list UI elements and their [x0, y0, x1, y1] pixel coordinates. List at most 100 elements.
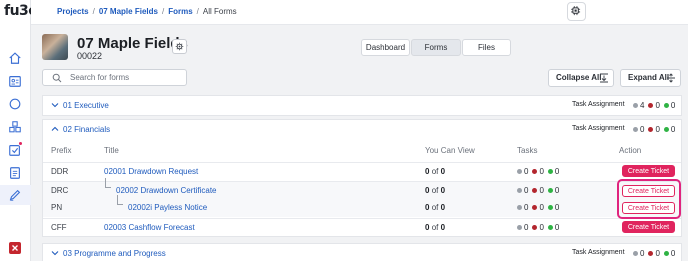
view-total: 0 — [440, 167, 446, 176]
done-count: 0 — [554, 203, 560, 212]
row-form-title[interactable]: 02003 Cashflow Forecast — [104, 223, 195, 232]
expand-all-button[interactable]: Expand All — [620, 69, 681, 87]
done-count: 0 — [670, 125, 676, 134]
form-group-executive: 01 Executive Task Assignment 4 0 0 — [42, 95, 682, 116]
overdue-dot — [532, 225, 538, 230]
create-ticket-button[interactable]: Create Ticket — [622, 221, 675, 233]
row-view-count: 0 of 0 — [425, 186, 445, 195]
overdue-dot — [648, 251, 654, 256]
done-dot — [547, 188, 553, 193]
home-icon[interactable] — [8, 51, 22, 65]
breadcrumb-separator: / — [92, 7, 95, 16]
app-close-icon[interactable] — [9, 242, 21, 254]
view-of: of — [431, 186, 439, 195]
breadcrumb-project[interactable]: 07 Maple Fields — [99, 7, 158, 16]
pending-dot — [633, 127, 638, 132]
collapse-all-label: Collapse All — [556, 73, 602, 82]
create-ticket-button[interactable]: Create Ticket — [622, 165, 675, 177]
tab-dashboard[interactable]: Dashboard — [361, 39, 410, 56]
chevron-up-icon[interactable] — [51, 125, 59, 133]
row-task-counts: 0 0 0 — [513, 203, 559, 212]
table-row: CFF 02003 Cashflow Forecast 0 of 0 0 0 0 C… — [43, 218, 681, 236]
cubes-icon[interactable] — [8, 120, 22, 134]
row-prefix: PN — [51, 203, 63, 212]
group-title[interactable]: 02 Financials — [63, 125, 110, 134]
chevron-down-icon[interactable] — [51, 249, 59, 257]
group-header[interactable]: 03 Programme and Progress Task Assignmen… — [43, 244, 681, 261]
group-header[interactable]: 02 Financials Task Assignment 0 0 0 — [43, 120, 681, 139]
address-card-icon[interactable] — [8, 74, 22, 88]
table-row: DDR 02001 Drawdown Request 0 of 0 0 0 0 Cr… — [43, 162, 681, 180]
overdue-dot — [648, 127, 654, 132]
row-view-count: 0 of 0 — [425, 203, 445, 212]
chip-settings-button[interactable] — [567, 2, 586, 21]
search-icon — [52, 73, 62, 83]
search-input[interactable] — [70, 71, 182, 84]
expand-icon — [667, 73, 675, 83]
view-total: 0 — [440, 203, 446, 212]
row-form-title[interactable]: 02002 Drawdown Certificate — [116, 186, 217, 195]
done-count: 0 — [670, 101, 676, 110]
tab-files[interactable]: Files — [462, 39, 511, 56]
done-count: 0 — [554, 223, 560, 232]
row-view-count: 0 of 0 — [425, 167, 445, 176]
column-header-action: Action — [619, 146, 642, 155]
gear-icon — [175, 42, 184, 51]
view-total: 0 — [440, 223, 446, 232]
view-of: of — [431, 167, 439, 176]
form-group-programme: 03 Programme and Progress Task Assignmen… — [42, 243, 682, 261]
project-settings-button[interactable] — [172, 39, 187, 54]
done-dot — [547, 225, 553, 230]
view-count: 0 — [425, 223, 430, 232]
form-group-financials: 02 Financials Task Assignment 0 0 0 Prefix… — [42, 119, 682, 237]
collapse-icon — [600, 73, 608, 83]
pending-dot — [633, 251, 638, 256]
row-form-title[interactable]: 02001 Drawdown Request — [104, 167, 198, 176]
overdue-dot — [532, 169, 538, 174]
expand-all-label: Expand All — [628, 73, 670, 82]
highlight-annotation — [617, 179, 681, 219]
collapse-all-button[interactable]: Collapse All — [548, 69, 614, 87]
row-prefix: DRC — [51, 186, 69, 195]
circle-icon[interactable] — [8, 97, 22, 111]
pending-count: 0 — [524, 203, 529, 212]
group-title[interactable]: 01 Executive — [63, 101, 109, 110]
pending-count: 4 — [640, 101, 645, 110]
breadcrumb-projects[interactable]: Projects — [57, 7, 89, 16]
pending-dot — [517, 205, 522, 210]
row-form-title[interactable]: 02002i Payless Notice — [128, 203, 207, 212]
done-count: 0 — [554, 186, 560, 195]
pending-count: 0 — [640, 125, 645, 134]
table-row: DRC 02002 Drawdown Certificate 0 of 0 0 0… — [43, 178, 681, 199]
chevron-down-icon[interactable] — [51, 101, 59, 109]
tree-connector — [105, 178, 111, 188]
overdue-count: 0 — [655, 125, 660, 134]
task-assignment-label: Task Assignment — [572, 101, 625, 108]
done-count: 0 — [670, 249, 676, 258]
document-icon[interactable] — [8, 166, 22, 180]
column-header-you-can-view: You Can View — [425, 146, 475, 155]
view-total: 0 — [440, 186, 446, 195]
top-bar: Projects/07 Maple Fields / Forms / All Forms — [31, 0, 688, 25]
overdue-count: 0 — [539, 167, 544, 176]
row-prefix: CFF — [51, 223, 67, 232]
chip-icon — [571, 6, 581, 16]
table-row: PN 02002i Payless Notice 0 of 0 000 Crea… — [43, 195, 681, 217]
pending-dot — [517, 188, 522, 193]
done-dot — [663, 103, 669, 108]
row-view-count: 0 of 0 — [425, 223, 445, 232]
pending-count: 0 — [524, 223, 529, 232]
tab-forms[interactable]: Forms — [411, 39, 461, 56]
overdue-count: 0 — [539, 223, 544, 232]
overdue-dot — [532, 188, 538, 193]
group-title[interactable]: 03 Programme and Progress — [63, 249, 166, 258]
task-assignment-label: Task Assignment — [572, 249, 625, 256]
pending-dot — [517, 225, 522, 230]
pending-dot — [517, 169, 522, 174]
search-box — [42, 69, 187, 86]
group-header[interactable]: 01 Executive Task Assignment 4 0 0 — [43, 96, 681, 115]
pen-icon[interactable] — [8, 188, 22, 202]
breadcrumb-forms[interactable]: Forms — [168, 7, 192, 16]
overdue-dot — [648, 103, 654, 108]
overdue-count: 0 — [655, 249, 660, 258]
